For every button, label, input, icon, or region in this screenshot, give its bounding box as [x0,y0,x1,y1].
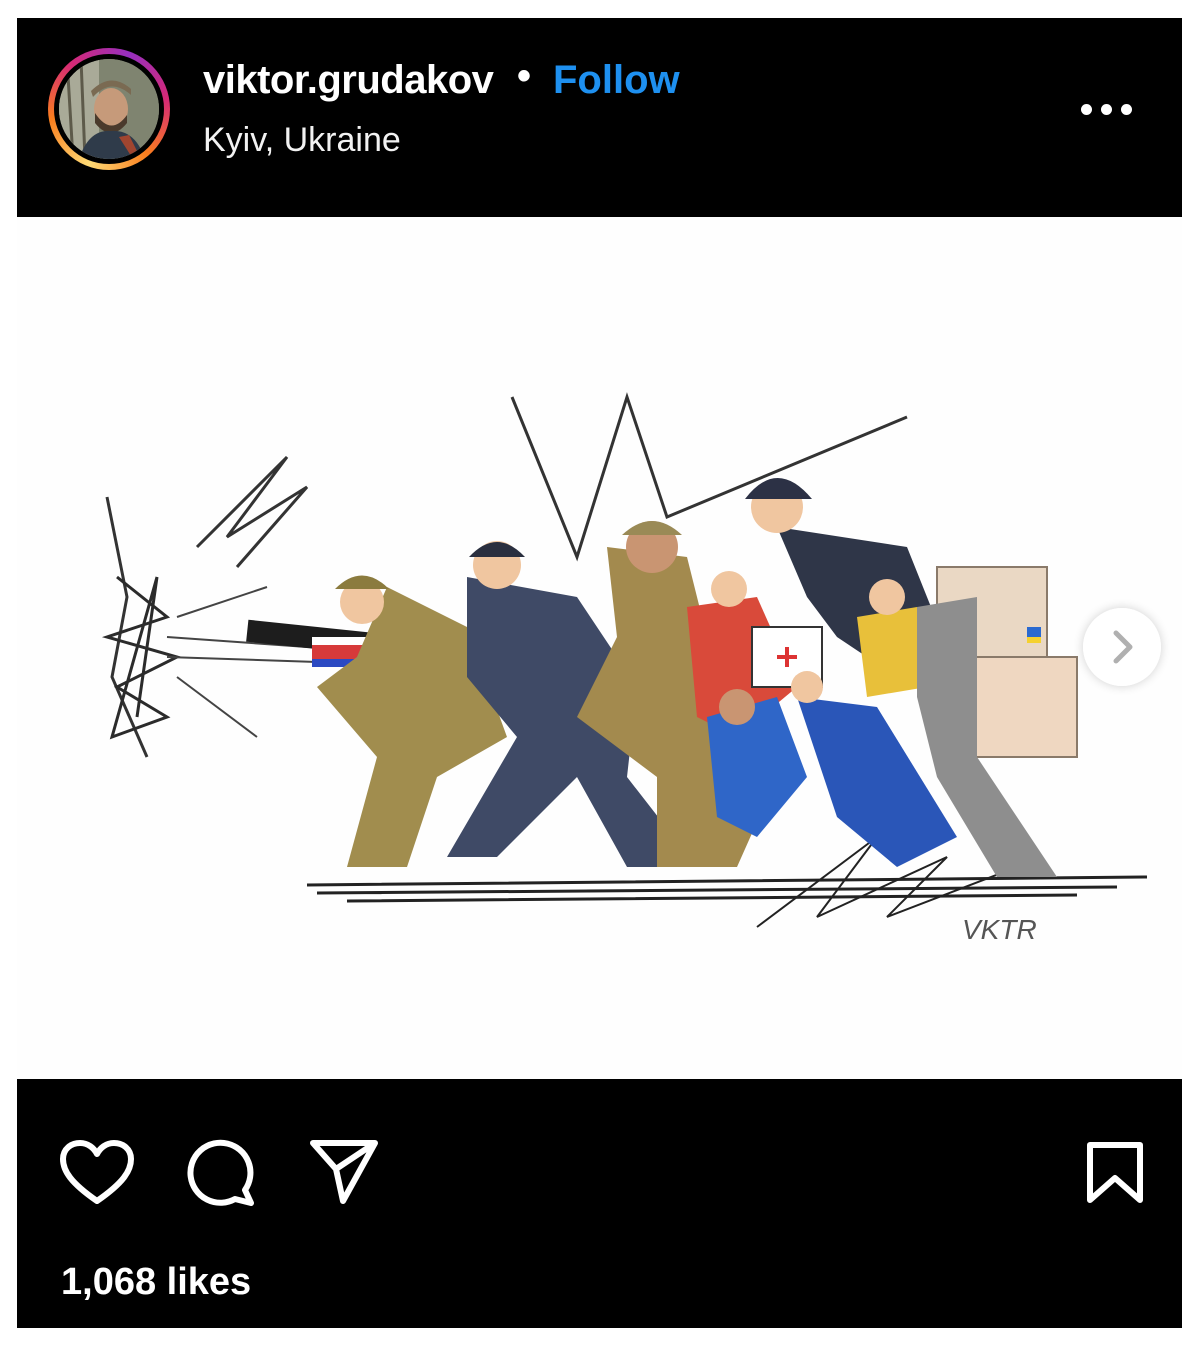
more-options-icon[interactable] [1079,98,1135,122]
location-link[interactable]: Kyiv, Ukraine [203,121,401,160]
instagram-post: viktor.grudakov • Follow Kyiv, Ukraine V… [17,18,1182,1328]
post-header: viktor.grudakov • Follow Kyiv, Ukraine [17,18,1182,217]
like-button[interactable] [59,1139,135,1212]
avatar[interactable] [59,59,159,159]
avatar-photo [59,59,159,159]
post-illustration: VKTR [101,392,1148,945]
post-footer: 1,068 likes [17,1079,1182,1328]
comment-button[interactable] [185,1136,257,1213]
save-button[interactable] [1085,1140,1145,1211]
separator-dot: • [517,54,532,98]
comment-icon [187,1139,254,1206]
likes-count[interactable]: 1,068 likes [61,1261,251,1304]
post-image[interactable]: VKTR [17,217,1182,1079]
next-image-button[interactable] [1083,608,1161,686]
bookmark-icon [1087,1142,1143,1203]
story-ring[interactable] [48,48,170,170]
username[interactable]: viktor.grudakov [203,58,494,103]
heart-icon [60,1140,134,1204]
share-button[interactable] [309,1137,379,1212]
chevron-right-icon [1113,630,1133,664]
follow-button[interactable]: Follow [553,58,680,103]
artist-signature: VKTR [962,914,1037,945]
send-icon [310,1140,378,1204]
